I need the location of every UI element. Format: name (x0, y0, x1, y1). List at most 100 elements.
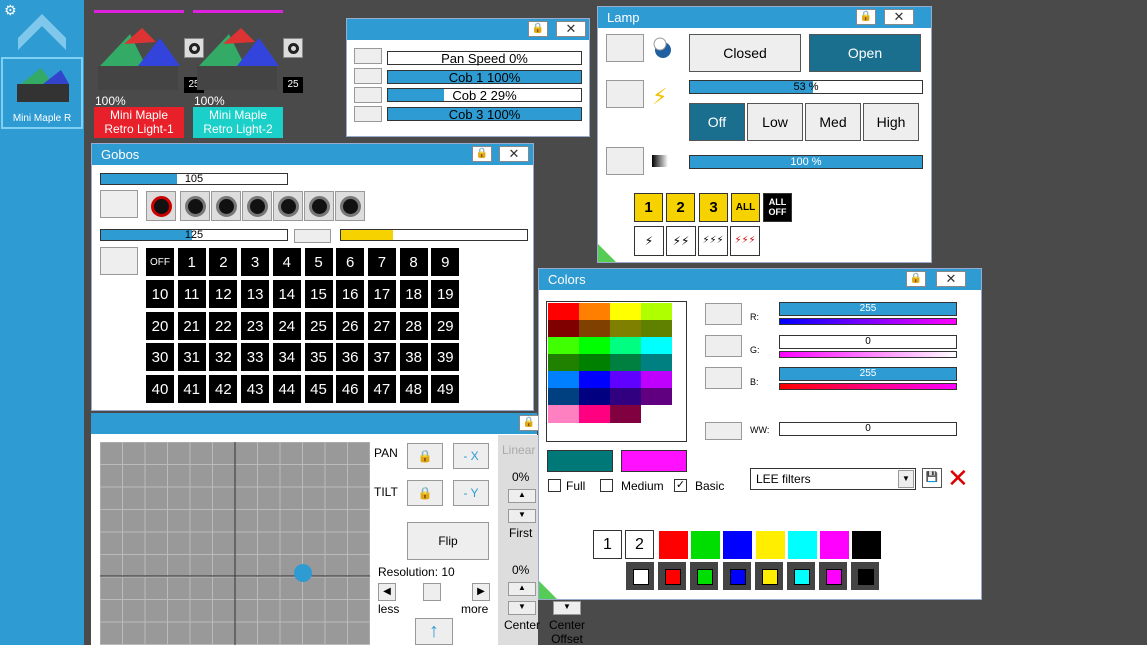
gobo-cell[interactable]: 47 (366, 374, 397, 405)
gobo-cell[interactable]: 15 (303, 278, 334, 309)
intensity-button[interactable] (606, 80, 644, 108)
tilt-lock-icon[interactable]: 🔒 (407, 480, 443, 506)
gobo-cell[interactable]: 24 (271, 310, 302, 341)
preset-small-swatch[interactable] (657, 561, 688, 591)
gobo-cell[interactable]: 45 (303, 374, 334, 405)
full-checkbox[interactable] (548, 479, 561, 492)
strobe-2-icon[interactable]: ⚡⚡ (666, 226, 696, 256)
zone-3-button[interactable]: 3 (699, 193, 728, 222)
blue-slider[interactable]: 255 (779, 367, 957, 381)
gobo-cell[interactable]: 32 (208, 342, 239, 373)
gobo-cell[interactable]: 5 (303, 247, 334, 277)
palette-swatch[interactable] (641, 303, 672, 321)
palette-swatch[interactable] (610, 320, 641, 338)
gobo-cell[interactable]: 48 (398, 374, 429, 405)
preset-small-swatch[interactable] (818, 561, 849, 591)
delete-icon[interactable]: ✕ (947, 463, 969, 493)
gobo-cell[interactable]: 39 (430, 342, 461, 373)
palette-swatch[interactable] (548, 303, 579, 321)
gobo-cell[interactable]: 23 (240, 310, 271, 341)
speed-high-button[interactable]: High (863, 103, 919, 141)
gobo-cell[interactable]: 46 (335, 374, 366, 405)
gobo-cell[interactable]: 36 (335, 342, 366, 373)
cob1-slider[interactable]: Cob 1 100% (387, 70, 582, 85)
chevron-up-icon[interactable] (16, 12, 68, 52)
gobo-off-icon[interactable] (146, 191, 176, 221)
preset-small-swatch[interactable] (786, 561, 816, 591)
palette-swatch[interactable] (579, 388, 610, 406)
palette-swatch[interactable] (641, 337, 672, 355)
preset-page-1-button[interactable]: 1 (593, 530, 622, 559)
gobo-2-icon[interactable] (211, 191, 241, 221)
gear-icon[interactable]: ⚙ (4, 2, 17, 19)
zone-all-off-button[interactable]: ALL OFF (763, 193, 792, 222)
gobo-cell[interactable]: 35 (303, 342, 334, 373)
cob3-slider[interactable]: Cob 3 100% (387, 107, 582, 122)
medium-checkbox[interactable] (600, 479, 613, 492)
shutter-button[interactable] (606, 34, 644, 62)
gobo-cell[interactable]: 29 (430, 310, 461, 341)
gobo-cell[interactable]: 42 (208, 374, 239, 405)
palette-swatch[interactable] (641, 371, 672, 389)
closed-button[interactable]: Closed (689, 34, 801, 72)
preset-swatch[interactable] (690, 530, 722, 560)
palette-swatch[interactable] (548, 388, 579, 406)
cob3-button[interactable] (354, 106, 382, 122)
lock-icon[interactable]: 🔒 (528, 21, 548, 37)
gobo-cell[interactable]: 7 (366, 247, 397, 277)
resolution-less-button[interactable]: ◀ (378, 583, 396, 601)
gobo-cell[interactable]: 34 (271, 342, 302, 373)
resolution-more-button[interactable]: ▶ (472, 583, 490, 601)
gobo-cell[interactable]: 11 (176, 278, 207, 309)
gobo-cell[interactable]: 27 (366, 310, 397, 341)
gobo-3-icon[interactable] (242, 191, 272, 221)
gobo-cell[interactable]: OFF (145, 247, 175, 277)
palette-swatch[interactable] (610, 388, 641, 406)
palette-swatch[interactable] (610, 354, 641, 372)
gobo-rotation-button[interactable] (294, 229, 331, 243)
gobo-cell[interactable]: 18 (398, 278, 429, 309)
palette-swatch[interactable] (548, 371, 579, 389)
resize-icon[interactable] (539, 581, 557, 599)
gobo-cell[interactable]: 33 (240, 342, 271, 373)
gobo-cell[interactable]: 6 (335, 247, 366, 277)
palette-swatch[interactable] (641, 388, 672, 406)
palette-swatch[interactable] (548, 354, 579, 372)
gobo-cell[interactable]: 3 (240, 247, 271, 277)
gobo-5-icon[interactable] (304, 191, 334, 221)
zone-1-button[interactable]: 1 (634, 193, 663, 222)
palette-swatch[interactable] (610, 405, 641, 423)
zone-2-button[interactable]: 2 (666, 193, 695, 222)
preset-small-swatch[interactable] (850, 561, 881, 591)
gobo-cell[interactable]: 28 (398, 310, 429, 341)
dimmer-slider[interactable]: 100 % (689, 155, 923, 169)
gobo-cell[interactable]: 8 (398, 247, 429, 277)
first-down-button[interactable]: ▼ (508, 509, 536, 523)
gobo-cell[interactable]: 37 (366, 342, 397, 373)
gobo-cell[interactable]: 10 (145, 278, 175, 309)
red-slider[interactable]: 255 (779, 302, 957, 316)
gobo-cell[interactable]: 16 (335, 278, 366, 309)
strobe-3-icon[interactable]: ⚡⚡⚡ (698, 226, 728, 256)
dimmer-button[interactable] (606, 147, 644, 175)
palette-swatch[interactable] (579, 320, 610, 338)
resize-icon[interactable] (598, 244, 616, 262)
gobo-shake-slider[interactable] (340, 229, 528, 241)
gobo-cell[interactable]: 31 (176, 342, 207, 373)
lock-icon[interactable]: 🔒 (519, 415, 539, 431)
gobo-cell[interactable]: 1 (176, 247, 207, 277)
gobo-cell[interactable]: 49 (430, 374, 461, 405)
intensity-slider[interactable]: 53 % (689, 80, 923, 94)
palette-swatch[interactable] (641, 320, 672, 338)
palette-swatch[interactable] (610, 371, 641, 389)
close-icon[interactable]: ✕ (936, 271, 966, 287)
palette-swatch[interactable] (579, 337, 610, 355)
gobo-cell[interactable]: 4 (271, 247, 302, 277)
palette-swatch[interactable] (579, 405, 610, 423)
gobo-cell[interactable]: 41 (176, 374, 207, 405)
palette-swatch[interactable] (579, 371, 610, 389)
lock-icon[interactable]: 🔒 (856, 9, 876, 25)
preset-swatch[interactable] (819, 530, 850, 560)
gobo-cell[interactable]: 19 (430, 278, 461, 309)
palette-swatch[interactable] (548, 337, 579, 355)
